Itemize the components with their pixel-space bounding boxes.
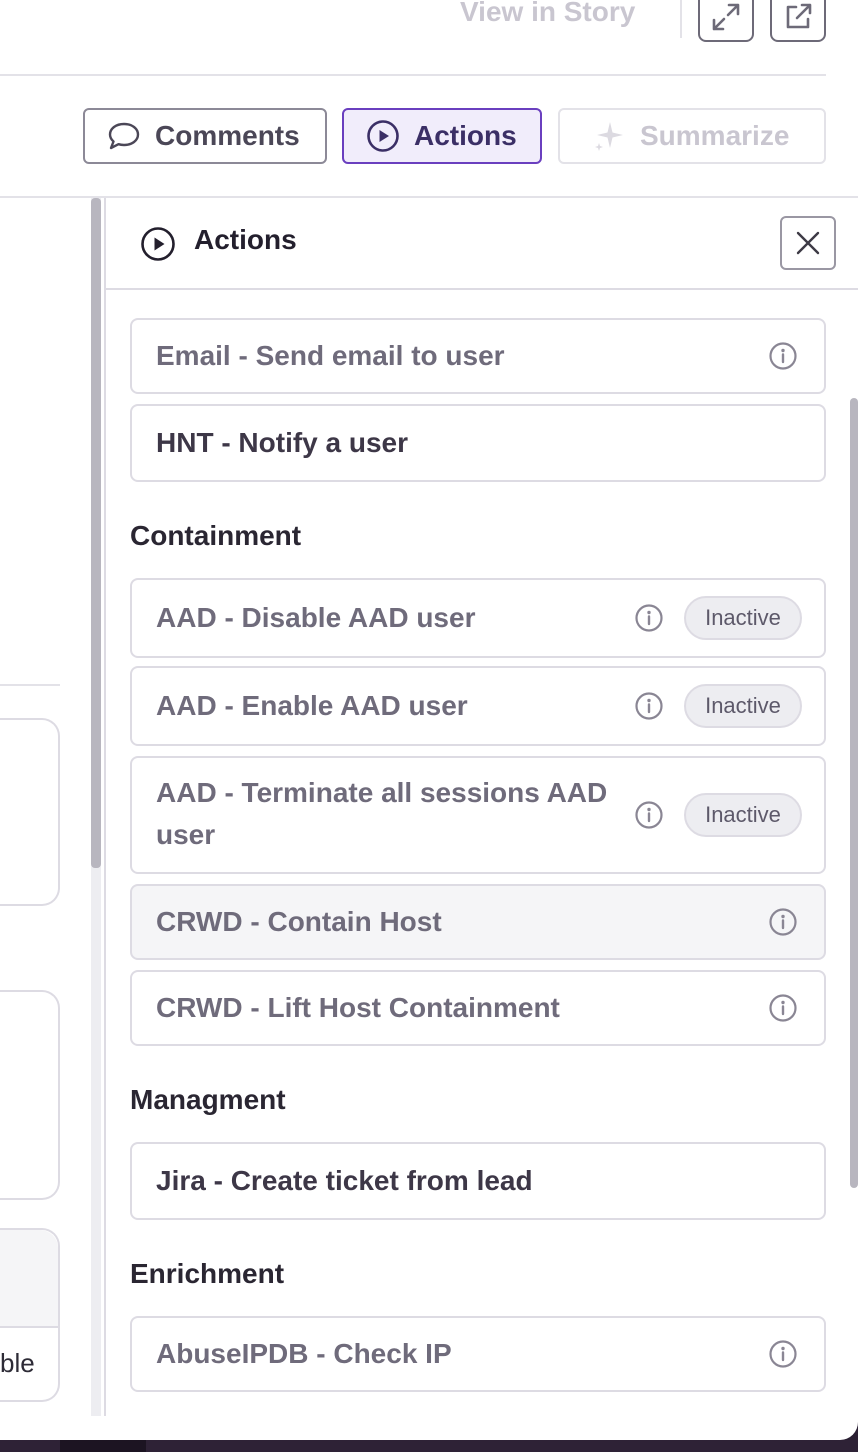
external-link-icon [786,3,812,29]
action-item-aad-enable[interactable]: AAD - Enable AAD user Inactive [130,666,826,746]
action-item-aad-terminate[interactable]: AAD - Terminate all sessions AAD user In… [130,756,826,874]
taskbar-strip [0,1440,858,1452]
status-badge: Inactive [684,596,802,640]
action-item-hnt[interactable]: HNT - Notify a user [130,404,826,482]
status-badge: Inactive [684,793,802,837]
close-panel-button[interactable] [780,216,836,270]
action-label: AAD - Disable AAD user [156,602,476,633]
section-title-enrichment: Enrichment [130,1258,285,1289]
panel-scrollbar-thumb[interactable] [850,398,858,1188]
action-label: CRWD - Contain Host [156,906,442,937]
expand-icon [712,3,740,31]
panel-title: Actions [194,224,297,255]
info-icon[interactable] [768,907,798,937]
summarize-label: Summarize [640,120,790,151]
info-icon[interactable] [768,993,798,1023]
summarize-button[interactable]: Summarize [558,108,826,164]
action-item-jira[interactable]: Jira - Create ticket from lead [130,1142,826,1220]
comments-button[interactable]: Comments [83,108,327,164]
action-label: HNT - Notify a user [156,427,409,458]
status-badge: Inactive [684,684,802,728]
action-label: CRWD - Lift Host Containment [156,992,560,1023]
open-external-button[interactable] [770,0,826,42]
action-item-abuseipdb[interactable]: AbuseIPDB - Check IP [130,1316,826,1392]
action-label: Email - Send email to user [156,340,505,371]
info-icon[interactable] [634,603,664,633]
panel-header: Actions [106,198,858,290]
action-item-crwd-contain[interactable]: CRWD - Contain Host [130,884,826,960]
info-icon[interactable] [634,691,664,721]
actions-label: Actions [414,120,517,151]
actions-button[interactable]: Actions [342,108,542,164]
action-item-email[interactable]: Email - Send email to user [130,318,826,394]
left-partial-text: ble [0,1348,35,1378]
left-card [0,718,60,906]
action-item-aad-disable[interactable]: AAD - Disable AAD user Inactive [130,578,826,658]
left-scrollbar-thumb[interactable] [91,198,101,868]
action-label: AbuseIPDB - Check IP [156,1338,452,1369]
comment-icon [108,122,140,150]
app-window: View in Story Comments Actions Summarize [0,0,858,1440]
expand-button[interactable] [698,0,754,42]
action-item-crwd-lift[interactable]: CRWD - Lift Host Containment [130,970,826,1046]
sparkle-icon [595,122,623,151]
comments-label: Comments [155,120,300,151]
action-label: AAD - Terminate all sessions AAD user [156,777,608,850]
action-label: Jira - Create ticket from lead [156,1165,533,1196]
view-in-story-link[interactable]: View in Story [460,0,635,28]
play-circle-icon [367,120,399,152]
actions-panel: Actions Email - Send email to user HNT -… [104,198,858,1416]
section-title-managment: Managment [130,1084,286,1115]
info-icon[interactable] [634,800,664,830]
info-icon[interactable] [768,341,798,371]
divider [680,0,682,38]
info-icon[interactable] [768,1339,798,1369]
play-circle-icon [141,227,175,261]
action-label: AAD - Enable AAD user [156,690,468,721]
header-divider [0,74,826,76]
close-icon [796,231,820,255]
left-divider [0,684,60,686]
left-card [0,990,60,1200]
section-title-containment: Containment [130,520,302,551]
